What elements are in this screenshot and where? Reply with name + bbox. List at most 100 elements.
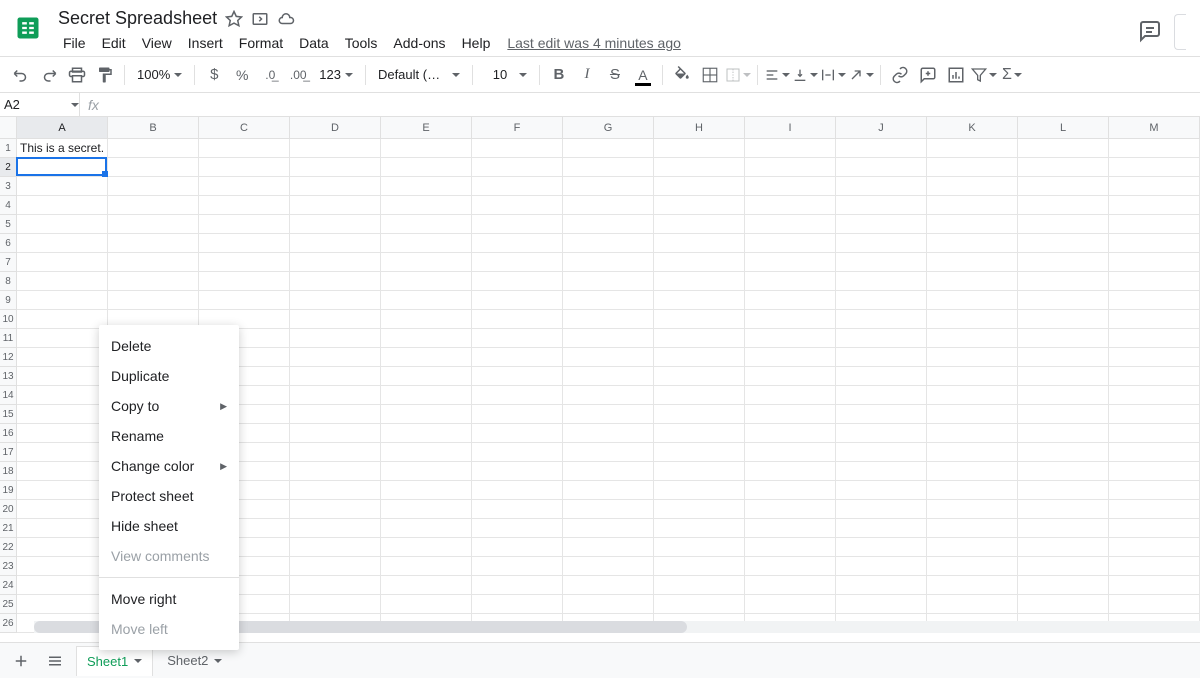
cell[interactable] — [563, 405, 654, 423]
cell[interactable] — [17, 519, 108, 537]
cell[interactable] — [836, 557, 927, 575]
cell[interactable] — [472, 196, 563, 214]
cell[interactable] — [654, 272, 745, 290]
cell[interactable] — [745, 424, 836, 442]
functions-button[interactable]: Σ — [999, 62, 1025, 88]
cell[interactable] — [1018, 348, 1109, 366]
cell[interactable] — [927, 443, 1018, 461]
cell[interactable] — [472, 272, 563, 290]
cell[interactable] — [927, 291, 1018, 309]
cell[interactable] — [472, 177, 563, 195]
cell[interactable] — [381, 481, 472, 499]
row-header[interactable]: 7 — [0, 253, 16, 272]
cell[interactable] — [927, 139, 1018, 157]
cell[interactable] — [1018, 462, 1109, 480]
cell[interactable] — [17, 310, 108, 328]
cell[interactable] — [472, 576, 563, 594]
cell[interactable] — [290, 519, 381, 537]
undo-button[interactable] — [8, 62, 34, 88]
menu-data[interactable]: Data — [292, 31, 336, 55]
cell[interactable] — [927, 519, 1018, 537]
cell[interactable] — [563, 253, 654, 271]
number-format-dropdown[interactable]: 123 — [313, 67, 359, 82]
cell[interactable] — [563, 139, 654, 157]
context-menu-item[interactable]: Protect sheet — [99, 481, 239, 511]
cell[interactable] — [563, 158, 654, 176]
cell[interactable] — [1109, 386, 1200, 404]
cell[interactable] — [1018, 443, 1109, 461]
cell[interactable] — [927, 348, 1018, 366]
cell[interactable] — [836, 595, 927, 613]
cell[interactable] — [1109, 538, 1200, 556]
row-header[interactable]: 8 — [0, 272, 16, 291]
cell[interactable] — [472, 481, 563, 499]
cell[interactable] — [836, 386, 927, 404]
cell[interactable] — [17, 348, 108, 366]
cell[interactable] — [381, 538, 472, 556]
cell[interactable] — [745, 348, 836, 366]
cell[interactable] — [108, 196, 199, 214]
cell[interactable] — [563, 443, 654, 461]
cell[interactable] — [17, 158, 108, 176]
cell[interactable] — [1109, 557, 1200, 575]
increase-decimal-button[interactable]: .00̲ — [285, 62, 311, 88]
cell[interactable] — [654, 348, 745, 366]
cell[interactable] — [1018, 139, 1109, 157]
share-button[interactable] — [1174, 14, 1186, 50]
italic-button[interactable]: I — [574, 62, 600, 88]
cell[interactable] — [472, 595, 563, 613]
cell[interactable] — [836, 329, 927, 347]
cell[interactable] — [745, 462, 836, 480]
cell[interactable] — [290, 310, 381, 328]
cell[interactable] — [563, 462, 654, 480]
row-header[interactable]: 11 — [0, 329, 16, 348]
cell[interactable] — [472, 215, 563, 233]
row-header[interactable]: 23 — [0, 557, 16, 576]
cell[interactable] — [381, 386, 472, 404]
column-header[interactable]: I — [745, 117, 836, 138]
cell[interactable] — [836, 576, 927, 594]
cell[interactable] — [17, 234, 108, 252]
cell[interactable] — [563, 386, 654, 404]
cell[interactable] — [381, 348, 472, 366]
cell[interactable] — [381, 595, 472, 613]
cell[interactable] — [836, 291, 927, 309]
cell[interactable] — [1018, 196, 1109, 214]
row-header[interactable]: 22 — [0, 538, 16, 557]
cell[interactable] — [745, 595, 836, 613]
cell[interactable] — [17, 595, 108, 613]
filter-button[interactable] — [971, 62, 997, 88]
cell[interactable] — [836, 196, 927, 214]
column-header[interactable]: L — [1018, 117, 1109, 138]
cell[interactable] — [381, 253, 472, 271]
cell[interactable] — [381, 462, 472, 480]
decrease-decimal-button[interactable]: .0̲ — [257, 62, 283, 88]
all-sheets-button[interactable] — [42, 648, 68, 674]
document-title[interactable]: Secret Spreadsheet — [58, 8, 217, 29]
row-header[interactable]: 19 — [0, 481, 16, 500]
menu-insert[interactable]: Insert — [181, 31, 230, 55]
row-header[interactable]: 10 — [0, 310, 16, 329]
cell[interactable] — [1109, 462, 1200, 480]
cell[interactable] — [563, 234, 654, 252]
cell[interactable] — [927, 424, 1018, 442]
column-header[interactable]: M — [1109, 117, 1200, 138]
cell[interactable] — [1109, 500, 1200, 518]
cell[interactable] — [381, 405, 472, 423]
context-menu-item[interactable]: Duplicate — [99, 361, 239, 391]
cell[interactable] — [290, 443, 381, 461]
insert-chart-button[interactable] — [943, 62, 969, 88]
cell[interactable] — [472, 253, 563, 271]
context-menu-item[interactable]: Rename — [99, 421, 239, 451]
cell[interactable] — [745, 310, 836, 328]
font-size-dropdown[interactable]: 10 — [479, 67, 533, 82]
currency-button[interactable]: $ — [201, 62, 227, 88]
cell[interactable] — [17, 177, 108, 195]
cell[interactable] — [563, 481, 654, 499]
cell[interactable] — [381, 576, 472, 594]
cell[interactable] — [1018, 234, 1109, 252]
cell[interactable] — [927, 386, 1018, 404]
cell[interactable] — [381, 272, 472, 290]
cell[interactable] — [745, 291, 836, 309]
cell[interactable] — [836, 234, 927, 252]
